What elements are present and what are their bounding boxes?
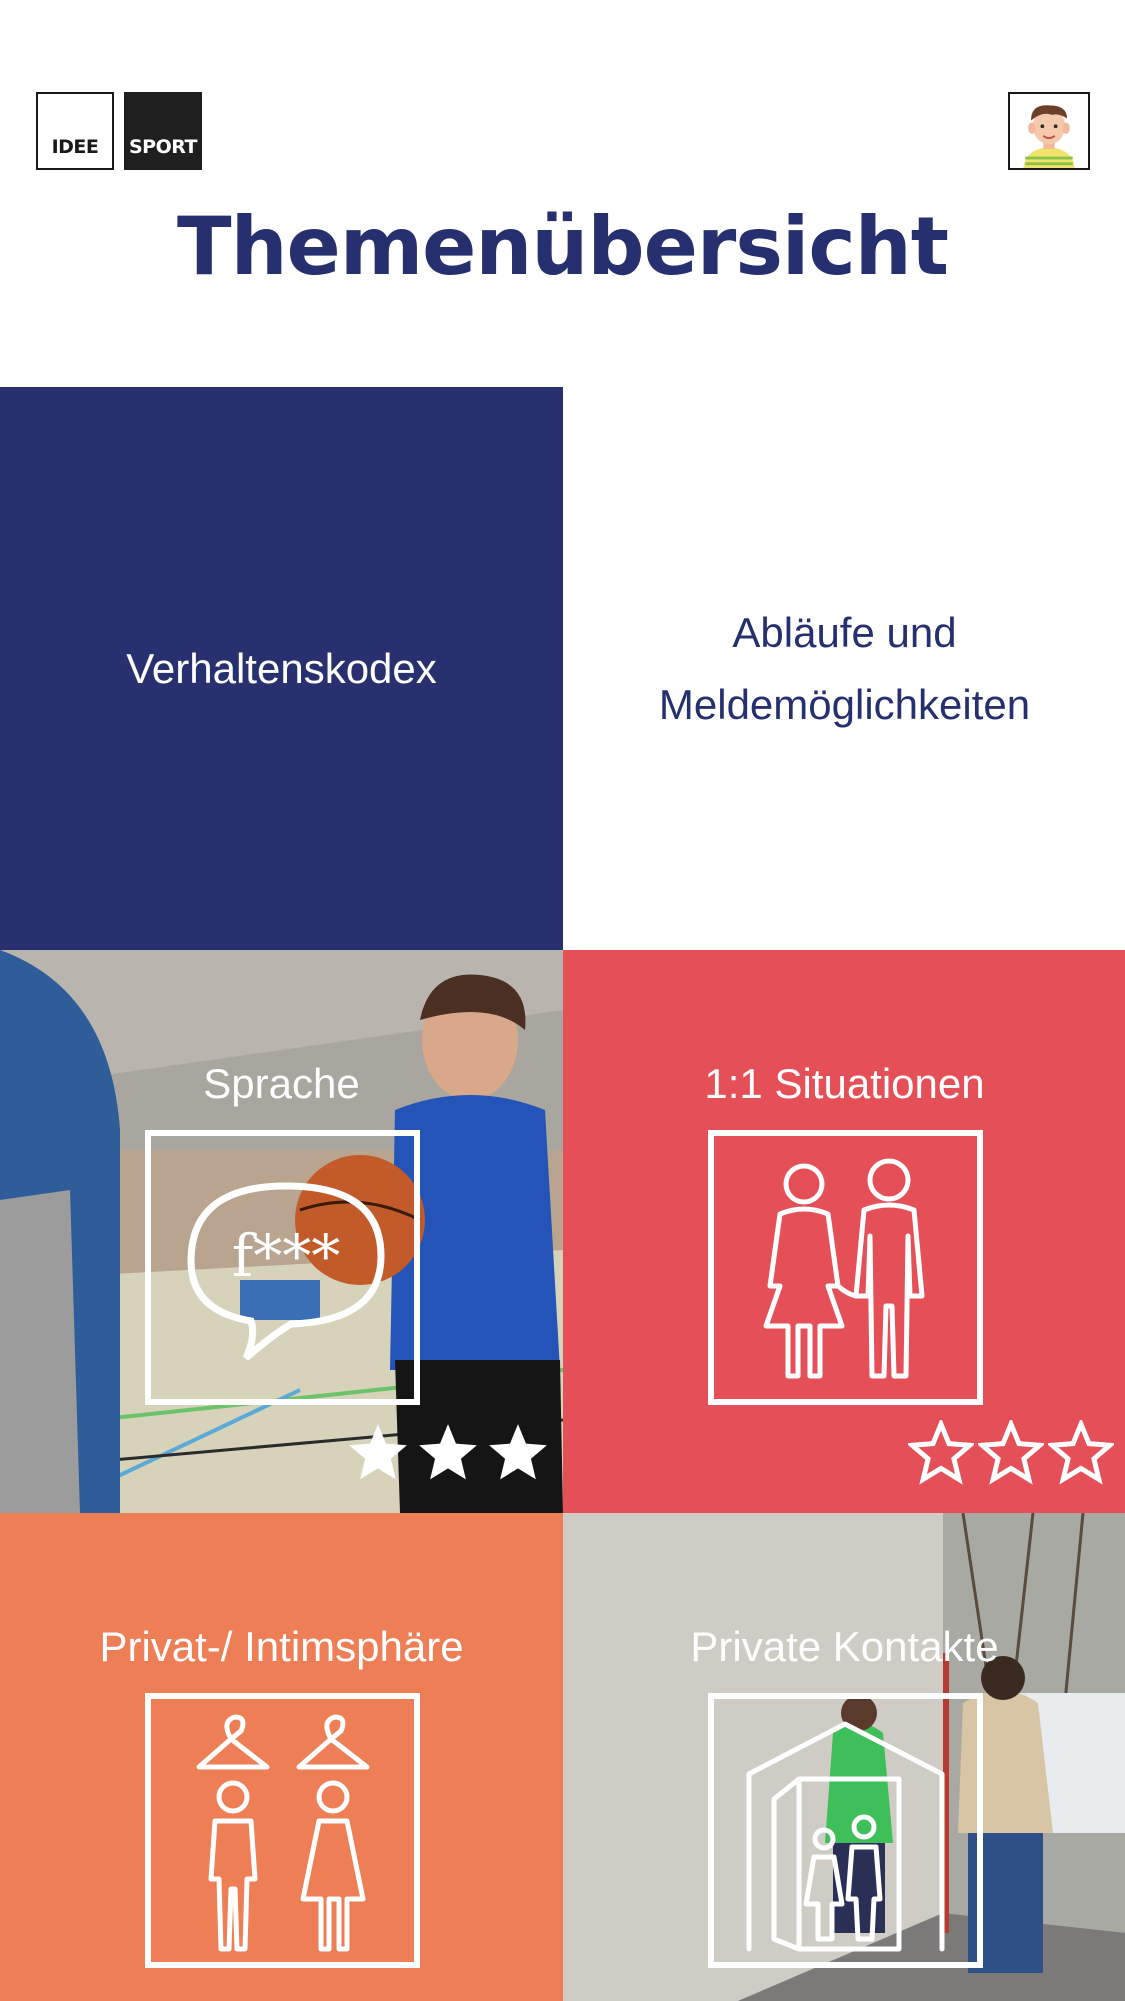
tile-verhaltenskodex[interactable]: Verhaltenskodex <box>0 387 563 950</box>
tile-ablaeufe-label-line1: Abläufe und <box>732 608 957 656</box>
speech-bubble-icon: f*** <box>187 1182 385 1361</box>
star-outline-icon <box>978 1420 1044 1485</box>
star-filled-icon <box>489 1424 547 1480</box>
two-people-icon <box>763 1158 925 1379</box>
tile-1-1-situationen-label: 1:1 Situationen <box>704 1060 985 1107</box>
page-title: Themenübersicht <box>177 200 949 293</box>
idee-sport-logo[interactable]: IDEE SPORT <box>36 92 202 170</box>
star-outline-icon <box>1048 1420 1114 1485</box>
star-filled-icon <box>349 1424 407 1480</box>
star-filled-icon <box>419 1424 477 1480</box>
tile-1-1-situationen[interactable]: 1:1 Situationen <box>563 950 1125 1513</box>
tile-privat-intimsphaere-label: Privat-/ Intimsphäre <box>99 1623 464 1670</box>
logo-idee-box: IDEE <box>36 92 114 170</box>
house-door-people-icon-frame <box>708 1693 983 1968</box>
tile-sprache[interactable]: Sprache f*** <box>0 950 563 1513</box>
tile-ablaeufe-label-line2: Meldemöglichkeiten <box>658 680 1031 728</box>
tile-private-kontakte-label: Private Kontakte <box>690 1623 999 1670</box>
tile-ablaeufe-meldemoeglichkeiten[interactable]: Abläufe und Meldemöglichkeiten <box>563 387 1125 950</box>
star-outline-icon <box>908 1420 974 1485</box>
rating-stars <box>345 1420 551 1486</box>
user-avatar-button[interactable] <box>1008 92 1090 170</box>
tile-privat-intimsphaere[interactable]: Privat-/ Intimsphäre <box>0 1513 563 2001</box>
rating-stars <box>908 1420 1114 1486</box>
two-people-icon-frame <box>708 1130 983 1405</box>
tile-private-kontakte[interactable]: Private Kontakte <box>563 1513 1125 2001</box>
tile-verhaltenskodex-label: Verhaltenskodex <box>126 644 437 692</box>
tile-sprache-label: Sprache <box>203 1060 360 1107</box>
speech-bubble-icon-frame: f*** <box>145 1130 420 1405</box>
logo-sport-box: SPORT <box>124 92 202 170</box>
changing-room-icon-frame <box>145 1693 420 1968</box>
avatar-icon <box>1010 94 1088 168</box>
house-door-people-icon <box>746 1721 945 1952</box>
speech-bubble-text: f*** <box>232 1222 340 1290</box>
changing-room-icon <box>196 1714 370 1952</box>
